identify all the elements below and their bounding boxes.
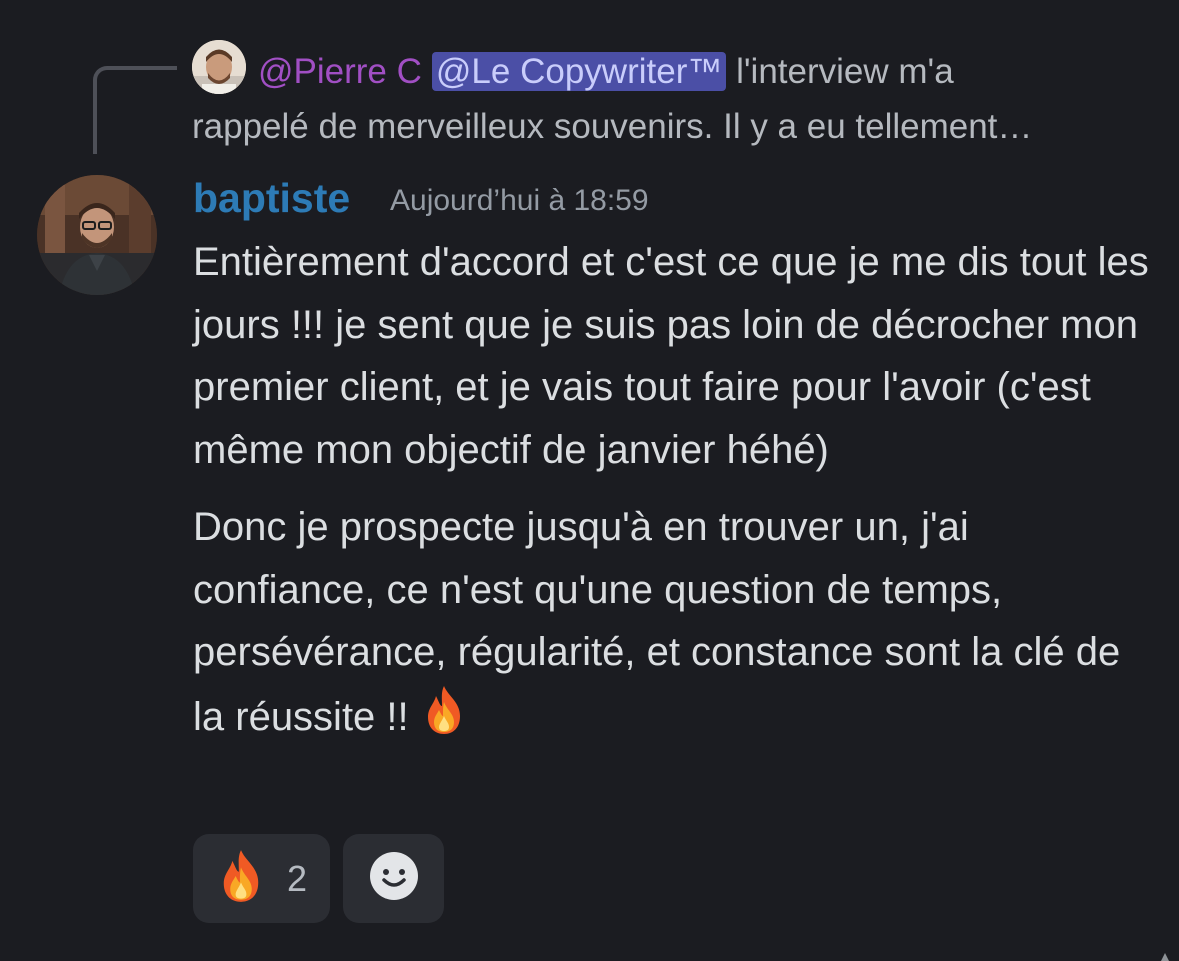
reply-connector-line: [93, 66, 177, 154]
fire-reaction-button[interactable]: 2: [193, 834, 330, 923]
reply-preview-line[interactable]: @Pierre C @Le Copywriter™ l'interview m'a: [258, 44, 1138, 100]
fire-emoji: [215, 848, 267, 909]
message-paragraph-2-text: Donc je prospecte jusqu'à en trouver un,…: [193, 505, 1121, 739]
message-timestamp: Aujourd’hui à 18:59: [390, 184, 649, 217]
resize-corner-icon: [1161, 953, 1169, 961]
message-paragraph-1: Entièrement d'accord et c'est ce que je …: [193, 240, 1149, 472]
fire-reaction-count: 2: [287, 857, 308, 899]
add-reaction-button[interactable]: [343, 834, 444, 923]
author-avatar[interactable]: [37, 175, 157, 295]
author-avatar-image: [37, 175, 157, 295]
reply-text-line1: l'interview m'a: [726, 52, 954, 91]
mention-chip[interactable]: @Le Copywriter™: [431, 52, 727, 91]
message-author[interactable]: baptiste: [193, 170, 350, 226]
reactions-bar: 2: [193, 834, 444, 923]
reply-author-avatar[interactable]: [192, 40, 246, 94]
fire-emoji: [420, 684, 468, 755]
reply-text-line2[interactable]: rappelé de merveilleux souvenirs. Il y a…: [192, 99, 1152, 155]
add-reaction-icon: [368, 850, 420, 907]
message-paragraph-2: Donc je prospecte jusqu'à en trouver un,…: [193, 496, 1153, 754]
reply-author-name[interactable]: @Pierre C: [258, 52, 422, 91]
reply-avatar-image: [192, 40, 246, 94]
message-content: Entièrement d'accord et c'est ce que je …: [193, 231, 1153, 754]
